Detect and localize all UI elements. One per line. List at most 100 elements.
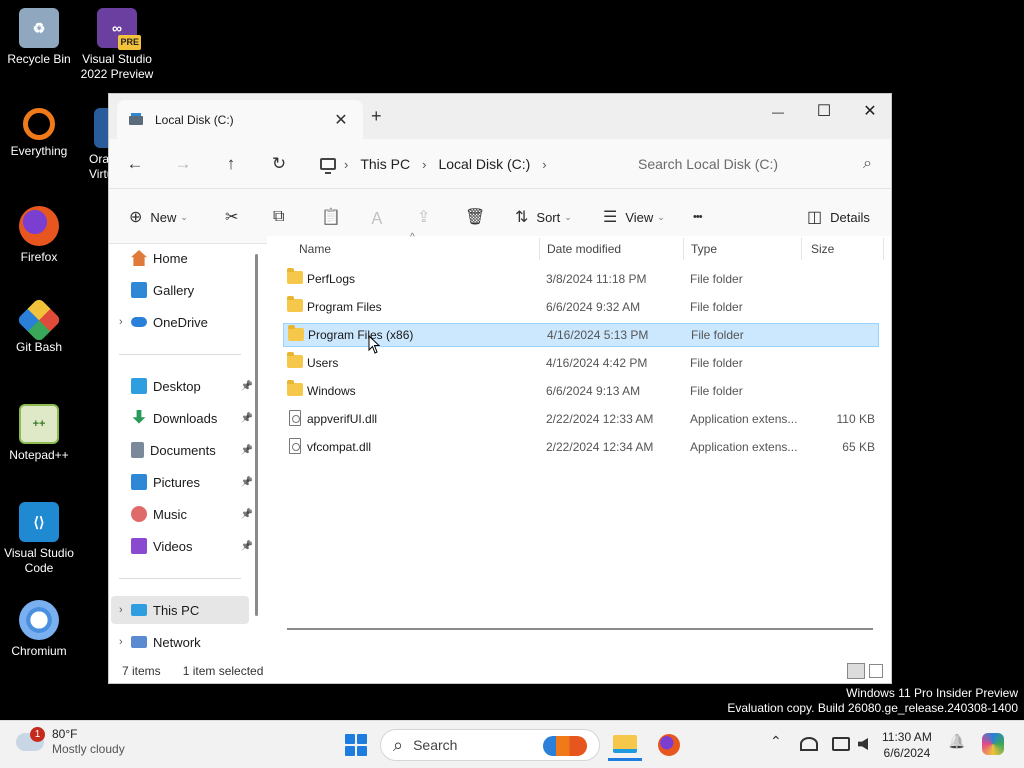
details-view-toggle[interactable] — [847, 663, 865, 679]
desktop-icon-chromium[interactable]: Chromium — [0, 600, 78, 659]
sort-label: Sort — [536, 209, 561, 225]
more-options-button[interactable]: ••• — [693, 204, 710, 230]
close-tab-button[interactable]: ✕ — [331, 110, 351, 130]
column-header-size[interactable]: Size — [811, 236, 834, 262]
rename-button[interactable]: Ａ — [369, 204, 393, 230]
expand-chevron-icon[interactable]: › — [119, 636, 133, 648]
start-button[interactable] — [342, 729, 370, 761]
tab-local-disk[interactable]: Local Disk (C:) ✕ — [117, 100, 363, 139]
table-row[interactable]: Program Files 6/6/2024 9:32 AM File fold… — [283, 295, 879, 319]
desktop-icon-vscode[interactable]: ⟨⟩ Visual Studio Code — [0, 502, 78, 576]
drive-icon — [129, 112, 145, 127]
view-button[interactable]: ☰ View ⌄ — [603, 204, 665, 230]
network-disconnected-icon[interactable] — [800, 737, 818, 751]
column-divider[interactable] — [539, 238, 540, 260]
column-divider[interactable] — [801, 238, 802, 260]
sidebar-item-documents[interactable]: Documents 📌 — [111, 436, 253, 464]
home-icon — [131, 250, 147, 266]
column-header-date[interactable]: Date modified — [547, 236, 621, 262]
desktop-folder-icon — [131, 378, 147, 394]
chevron-right-icon[interactable]: › — [422, 157, 426, 172]
desktop-icon-label: Chromium — [11, 644, 67, 658]
table-row[interactable]: appverifUI.dll 2/22/2024 12:33 AM Applic… — [283, 407, 879, 431]
sidebar-item-gallery[interactable]: Gallery — [111, 276, 247, 304]
table-row[interactable]: vfcompat.dll 2/22/2024 12:34 AM Applicat… — [283, 435, 879, 459]
taskbar-file-explorer[interactable] — [608, 729, 642, 761]
sidebar-item-this-pc[interactable]: › This PC — [111, 596, 249, 624]
share-button[interactable]: ⇪ — [417, 204, 438, 230]
pin-icon[interactable]: 📌 — [241, 413, 253, 424]
sidebar-item-downloads[interactable]: Downloads 📌 — [111, 404, 253, 432]
up-button[interactable]: ↑ — [217, 151, 245, 177]
desktop-icon-visual-studio-2022[interactable]: ∞ PRE Visual Studio 2022 Preview — [78, 8, 156, 82]
desktop-icon-recycle-bin[interactable]: ♻ Recycle Bin — [0, 8, 78, 67]
pin-icon[interactable]: 📌 — [241, 381, 253, 392]
sidebar-item-videos[interactable]: Videos 📌 — [111, 532, 253, 560]
column-divider[interactable] — [883, 238, 884, 260]
copilot-icon[interactable] — [982, 733, 1004, 755]
sidebar-item-pictures[interactable]: Pictures 📌 — [111, 468, 253, 496]
tiles-view-toggle[interactable] — [869, 664, 883, 678]
desktop-icon-label: Recycle Bin — [7, 52, 71, 66]
file-date: 4/16/2024 4:42 PM — [546, 356, 648, 370]
volume-muted-icon[interactable] — [858, 738, 868, 750]
desktop-icon-git-bash[interactable]: Git Bash — [0, 297, 78, 355]
sort-button[interactable]: ⇅ Sort ⌄ — [515, 204, 572, 230]
breadcrumb-this-pc[interactable]: This PC — [360, 156, 410, 172]
back-button[interactable]: ← — [121, 151, 149, 177]
horizontal-scrollbar[interactable] — [287, 628, 873, 630]
pre-badge: PRE — [118, 35, 141, 50]
column-header-name[interactable]: Name — [299, 236, 331, 262]
music-icon — [131, 506, 147, 522]
pin-icon[interactable]: 📌 — [241, 445, 253, 456]
sidebar-item-label: Documents — [150, 442, 216, 458]
refresh-button[interactable]: ↻ — [265, 151, 293, 177]
paste-button[interactable]: 📋 — [321, 204, 349, 230]
show-hidden-icons-button[interactable]: ⌃ — [770, 733, 782, 750]
desktop-icon-oracle-virtualbox[interactable]: Orac Virtu — [78, 108, 108, 182]
cut-button[interactable]: ✂ — [225, 204, 246, 230]
sidebar-item-label: Network — [153, 634, 201, 650]
sidebar-scrollbar[interactable] — [255, 254, 258, 616]
display-icon[interactable] — [832, 737, 850, 751]
chevron-right-icon[interactable]: › — [542, 157, 546, 172]
address-bar[interactable]: › This PC › Local Disk (C:) › — [314, 147, 597, 181]
taskbar-firefox[interactable] — [654, 729, 684, 761]
weather-widget[interactable]: 1 80°F Mostly cloudy — [16, 727, 125, 757]
column-header-type[interactable]: Type — [691, 236, 717, 262]
sidebar-item-desktop[interactable]: Desktop 📌 — [111, 372, 253, 400]
chevron-right-icon[interactable]: › — [344, 157, 348, 172]
table-row[interactable]: Windows 6/6/2024 9:13 AM File folder — [283, 379, 879, 403]
desktop-icon-notepad-plus-plus[interactable]: ++ Notepad++ — [0, 404, 78, 463]
folder-icon — [287, 352, 303, 368]
pin-icon[interactable]: 📌 — [241, 509, 253, 520]
breadcrumb-local-disk[interactable]: Local Disk (C:) — [438, 156, 530, 172]
forward-button[interactable]: → — [169, 151, 197, 177]
taskbar-search[interactable]: ⌕ Search — [380, 729, 600, 761]
clock[interactable]: 11:30 AM 6/6/2024 — [882, 729, 932, 761]
delete-button[interactable]: 🗑 — [465, 204, 493, 230]
desktop-icon-everything[interactable]: Everything — [0, 108, 78, 159]
close-window-button[interactable]: ✕ — [855, 100, 885, 124]
monitor-icon — [320, 158, 336, 174]
desktop-icon-firefox[interactable]: Firefox — [0, 206, 78, 265]
new-tab-button[interactable]: + — [371, 106, 382, 127]
table-row[interactable]: PerfLogs 3/8/2024 11:18 PM File folder — [283, 267, 879, 291]
search-input[interactable]: Search Local Disk (C:) ⌕ — [624, 147, 886, 181]
sidebar-item-home[interactable]: Home — [111, 244, 247, 272]
sidebar-item-network[interactable]: › Network — [111, 628, 247, 656]
pin-icon[interactable]: 📌 — [241, 541, 253, 552]
sidebar-item-onedrive[interactable]: › OneDrive — [111, 308, 247, 336]
pin-icon[interactable]: 📌 — [241, 477, 253, 488]
details-pane-button[interactable]: ◫ Details — [807, 204, 870, 230]
column-divider[interactable] — [683, 238, 684, 260]
copy-button[interactable]: ⧉ — [273, 204, 292, 230]
notification-bell-icon[interactable]: 🔔 — [948, 733, 965, 750]
expand-chevron-icon[interactable]: › — [119, 316, 133, 328]
maximize-button[interactable]: ☐ — [809, 100, 839, 124]
new-button[interactable]: ⊕ New ⌄ — [129, 204, 188, 230]
expand-chevron-icon[interactable]: › — [119, 604, 133, 616]
file-type: File folder — [690, 272, 743, 286]
sidebar-item-music[interactable]: Music 📌 — [111, 500, 253, 528]
minimize-button[interactable]: — — [763, 100, 793, 124]
